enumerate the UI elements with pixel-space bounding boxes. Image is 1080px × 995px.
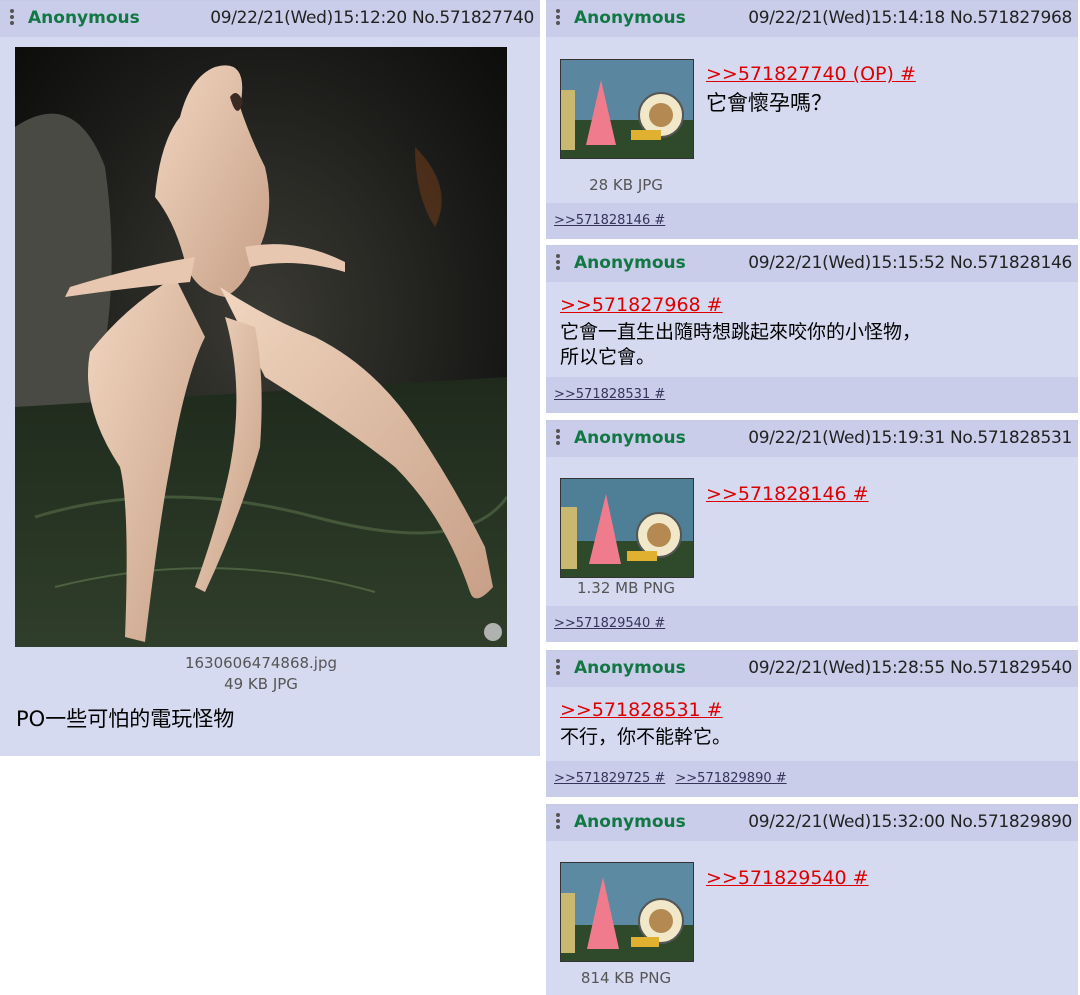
op-filename[interactable]: 1630606474868.jpg bbox=[15, 654, 507, 672]
post-datetime: 09/22/21(Wed)15:19:31 No.571828531 bbox=[748, 428, 1072, 448]
backlinks: >>571828531 # bbox=[546, 377, 1078, 413]
reply-post: Anonymous 09/22/21(Wed)15:15:52 No.57182… bbox=[546, 245, 1078, 413]
reply-thumbnail[interactable] bbox=[560, 59, 694, 159]
post-header: Anonymous 09/22/21(Wed)15:28:55 No.57182… bbox=[546, 651, 1078, 687]
reply-message-line: 所以它會。 bbox=[560, 346, 656, 368]
post-menu-icon[interactable] bbox=[8, 9, 16, 29]
reply-filesize: 1.32 MB PNG bbox=[576, 579, 676, 597]
post-datetime: 09/22/21(Wed)15:14:18 No.571827968 bbox=[748, 8, 1072, 28]
post-header: Anonymous 09/22/21(Wed)15:15:52 No.57182… bbox=[546, 246, 1078, 282]
poster-name: Anonymous bbox=[574, 428, 686, 448]
post-header: Anonymous 09/22/21(Wed)15:14:18 No.57182… bbox=[546, 1, 1078, 37]
post-datetime: 09/22/21(Wed)15:15:52 No.571828146 bbox=[748, 253, 1072, 273]
reply-message: 它會懷孕嗎？ bbox=[706, 91, 832, 115]
post-header: Anonymous 09/22/21(Wed)15:19:31 No.57182… bbox=[546, 421, 1078, 457]
post-header: Anonymous 09/22/21(Wed)15:32:00 No.57182… bbox=[546, 805, 1078, 841]
poster-name: Anonymous bbox=[574, 812, 686, 832]
backlink[interactable]: >>571829540 # bbox=[554, 616, 665, 631]
reply-filesize: 814 KB PNG bbox=[580, 969, 672, 987]
post-header: Anonymous 09/22/21(Wed)15:12:20 No.57182… bbox=[0, 1, 540, 37]
poster-name: Anonymous bbox=[574, 253, 686, 273]
post-menu-icon[interactable] bbox=[554, 254, 562, 274]
reply-post: Anonymous 09/22/21(Wed)15:14:18 No.57182… bbox=[546, 0, 1078, 239]
reply-quote-link[interactable]: >>571828146 # bbox=[706, 483, 869, 505]
post-menu-icon[interactable] bbox=[554, 9, 562, 29]
reply-thumbnail[interactable] bbox=[560, 862, 694, 962]
backlinks: >>571829540 # bbox=[546, 606, 1078, 642]
post-datetime: 09/22/21(Wed)15:12:20 No.571827740 bbox=[210, 8, 534, 28]
backlink[interactable]: >>571829890 # bbox=[675, 771, 786, 786]
post-datetime: 09/22/21(Wed)15:28:55 No.571829540 bbox=[748, 658, 1072, 678]
reply-quote-link[interactable]: >>571827968 # bbox=[560, 294, 723, 316]
backlink[interactable]: >>571828146 # bbox=[554, 213, 665, 228]
backlinks: >>571828146 # bbox=[546, 203, 1078, 239]
reply-post: Anonymous 09/22/21(Wed)15:28:55 No.57182… bbox=[546, 650, 1078, 797]
backlinks: >>571829725 # >>571829890 # bbox=[546, 761, 1078, 797]
poster-name: Anonymous bbox=[28, 8, 140, 28]
reply-quote-link[interactable]: >>571829540 # bbox=[706, 867, 869, 889]
reply-quote-link[interactable]: >>571828531 # bbox=[560, 699, 723, 721]
reply-thumbnail[interactable] bbox=[560, 478, 694, 578]
poster-name: Anonymous bbox=[574, 8, 686, 28]
backlink[interactable]: >>571828531 # bbox=[554, 387, 665, 402]
op-image[interactable] bbox=[15, 47, 507, 647]
op-post: Anonymous 09/22/21(Wed)15:12:20 No.57182… bbox=[0, 0, 540, 756]
op-message: PO一些可怕的電玩怪物 bbox=[16, 707, 235, 731]
reply-quote-link[interactable]: >>571827740 (OP) # bbox=[706, 63, 916, 85]
post-menu-icon[interactable] bbox=[554, 659, 562, 679]
reply-post: Anonymous 09/22/21(Wed)15:32:00 No.57182… bbox=[546, 804, 1078, 995]
op-filesize: 49 KB JPG bbox=[224, 675, 298, 693]
poster-name: Anonymous bbox=[574, 658, 686, 678]
post-datetime: 09/22/21(Wed)15:32:00 No.571829890 bbox=[748, 812, 1072, 832]
reply-message: 不行，你不能幹它。 bbox=[560, 726, 732, 748]
post-menu-icon[interactable] bbox=[554, 429, 562, 449]
reply-post: Anonymous 09/22/21(Wed)15:19:31 No.57182… bbox=[546, 420, 1078, 642]
post-menu-icon[interactable] bbox=[554, 813, 562, 833]
reply-filesize: 28 KB JPG bbox=[589, 176, 663, 194]
backlink[interactable]: >>571829725 # bbox=[554, 771, 665, 786]
reply-message-line: 它會一直生出隨時想跳起來咬你的小怪物， bbox=[560, 321, 922, 343]
